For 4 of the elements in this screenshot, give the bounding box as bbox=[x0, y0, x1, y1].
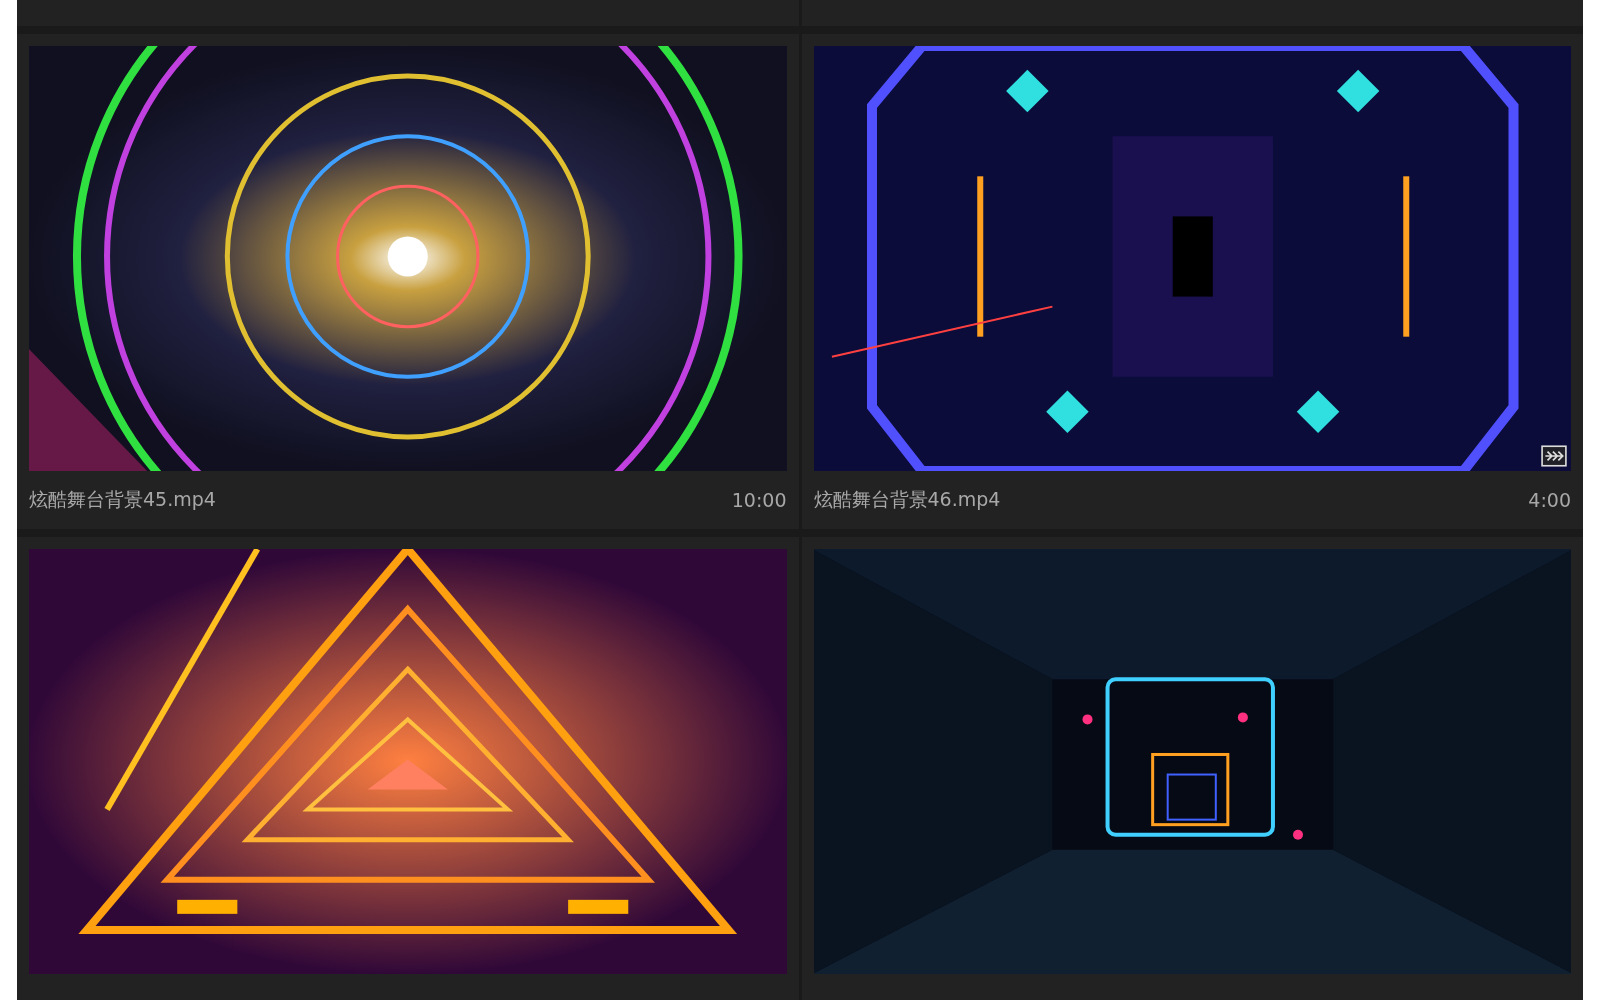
file-name: 炫酷舞台背景45.mp4 bbox=[29, 487, 216, 512]
duration-label: 10:00 bbox=[731, 489, 787, 511]
file-name: 炫酷舞台背景46.mp4 bbox=[813, 487, 1001, 512]
duration-label: 4:00 bbox=[1528, 489, 1571, 511]
